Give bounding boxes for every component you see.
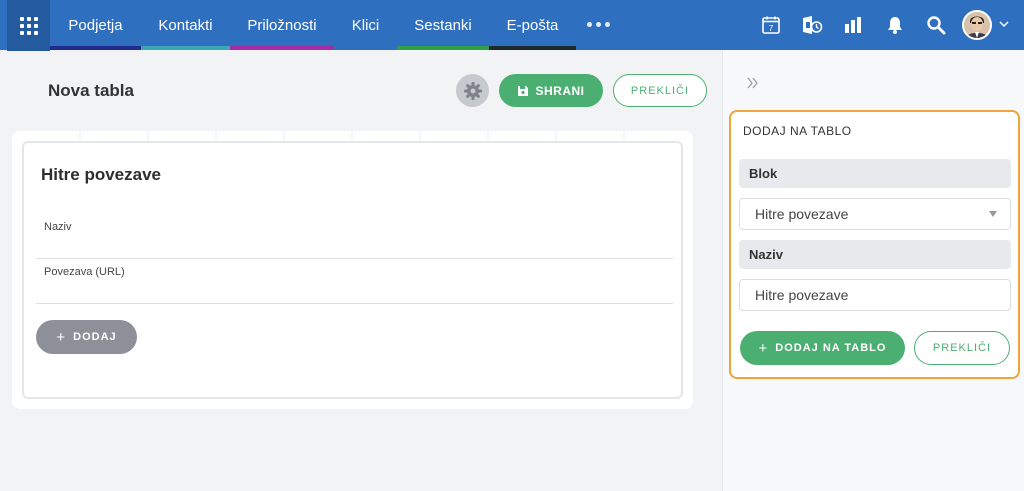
nav-item-kontakti[interactable]: Kontakti xyxy=(141,0,230,50)
nav-item-label: Podjetja xyxy=(68,16,123,34)
nav-item-label: Kontakti xyxy=(158,16,213,34)
nav-underline xyxy=(141,46,230,50)
apps-menu-button[interactable] xyxy=(7,0,50,51)
calendar-icon[interactable]: 7 xyxy=(760,14,782,36)
nav-item-priloznosti[interactable]: Priložnosti xyxy=(230,0,334,50)
block-select-value: Hitre povezave xyxy=(755,206,849,222)
avatar[interactable] xyxy=(962,10,992,40)
nav-item-label: Klici xyxy=(351,16,380,34)
add-to-board-label: DODAJ NA TABLO xyxy=(775,342,887,354)
more-icon[interactable] xyxy=(587,22,610,27)
nav-item-sestanki[interactable]: Sestanki xyxy=(397,0,489,50)
add-link-label: DODAJ xyxy=(73,331,117,343)
add-to-board-card: DODAJ NA TABLO Blok Hitre povezave Naziv… xyxy=(729,110,1020,379)
chevron-down-icon[interactable] xyxy=(998,17,1010,35)
nav-item-label: Sestanki xyxy=(414,16,472,34)
cancel-button-label: PREKLIČI xyxy=(630,84,690,97)
gear-icon xyxy=(463,81,482,100)
name-section-label: Naziv xyxy=(739,240,1011,269)
settings-button[interactable] xyxy=(456,74,489,107)
widget-title: Hitre povezave xyxy=(41,165,161,184)
panel-cancel-label: PREKLIČI xyxy=(932,342,992,354)
nav-underline xyxy=(230,46,334,50)
nav-underline xyxy=(489,46,576,50)
page-title: Nova tabla xyxy=(48,81,134,100)
nav-item-eposta[interactable]: E-pošta xyxy=(489,0,576,50)
name-input[interactable]: Hitre povezave xyxy=(739,279,1011,311)
save-button-label: SHRANI xyxy=(535,83,585,98)
panel-cancel-button[interactable]: PREKLIČI xyxy=(914,331,1010,365)
add-card-title: DODAJ NA TABLO xyxy=(743,124,852,138)
block-select[interactable]: Hitre povezave xyxy=(739,198,1011,230)
apps-grid-icon xyxy=(19,16,38,35)
save-icon xyxy=(518,85,529,96)
field-name-input[interactable] xyxy=(36,258,673,259)
cancel-button[interactable]: PREKLIČI xyxy=(613,74,707,107)
name-input-value: Hitre povezave xyxy=(755,287,849,303)
field-url-label: Povezava (URL) xyxy=(44,266,125,278)
dropdown-arrow-icon xyxy=(989,211,997,217)
nav-item-label: Priložnosti xyxy=(247,16,317,34)
search-icon[interactable] xyxy=(925,14,947,36)
field-name-label: Naziv xyxy=(44,221,72,233)
collapse-panel-icon[interactable] xyxy=(746,76,760,95)
nav-item-podjetja[interactable]: Podjetja xyxy=(50,0,141,50)
bell-icon[interactable] xyxy=(884,14,906,36)
exchange-icon[interactable] xyxy=(801,14,823,36)
plus-icon: + xyxy=(56,328,67,346)
nav-item-label: E-pošta xyxy=(506,16,559,34)
nav-underline xyxy=(50,46,141,50)
plus-icon: + xyxy=(758,339,769,357)
quick-links-widget[interactable]: Hitre povezave Naziv Povezava (URL) + DO… xyxy=(22,141,683,399)
nav-item-klici[interactable]: Klici xyxy=(334,0,397,50)
save-button[interactable]: SHRANI xyxy=(499,74,603,107)
field-url-input[interactable] xyxy=(36,303,673,304)
nav-underline xyxy=(397,46,489,50)
add-to-board-button[interactable]: + DODAJ NA TABLO xyxy=(740,331,905,365)
add-link-button[interactable]: + DODAJ xyxy=(36,320,137,354)
calendar-day-number: 7 xyxy=(769,23,774,33)
top-navigation-bar: Podjetja Kontakti Priložnosti Klici Sest… xyxy=(0,0,1024,51)
reports-icon[interactable] xyxy=(842,14,864,36)
block-section-label: Blok xyxy=(739,159,1011,188)
